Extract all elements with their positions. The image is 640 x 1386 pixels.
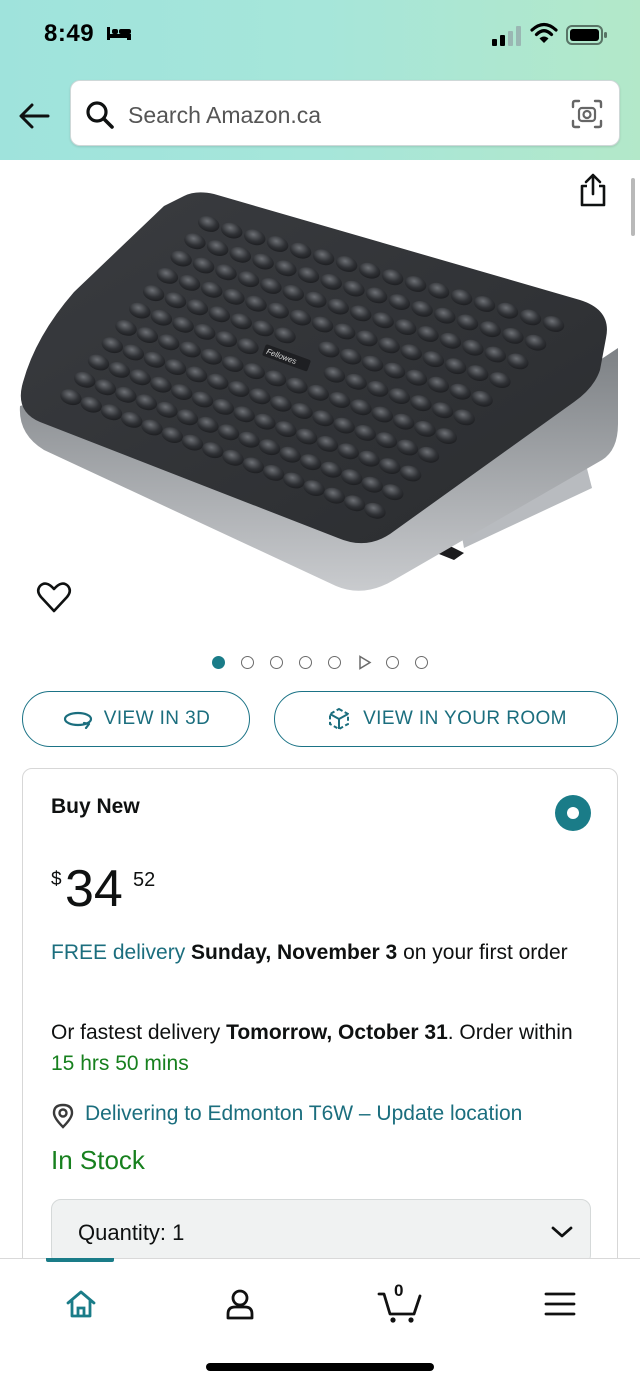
stock-status: In Stock bbox=[51, 1145, 145, 1175]
add-to-wishlist-button[interactable] bbox=[36, 580, 72, 616]
fast-delivery-prefix: Or fastest delivery bbox=[51, 1021, 227, 1044]
view-in-your-room-button[interactable]: VIEW IN YOUR ROOM bbox=[274, 691, 618, 747]
search-bar[interactable]: Search Amazon.ca bbox=[70, 80, 620, 146]
delivery-countdown: 15 hrs 50 mins bbox=[51, 1052, 189, 1075]
rotate-3d-icon bbox=[63, 711, 92, 729]
search-icon bbox=[85, 100, 115, 135]
fast-delivery-date: Tomorrow, October 31 bbox=[226, 1021, 448, 1044]
cellular-signal-icon bbox=[492, 26, 522, 51]
heart-icon bbox=[36, 582, 72, 613]
hamburger-menu-icon bbox=[544, 1292, 576, 1316]
scrollbar[interactable] bbox=[631, 178, 635, 236]
nav-home[interactable] bbox=[58, 1281, 104, 1327]
nav-menu[interactable] bbox=[537, 1281, 583, 1327]
home-icon bbox=[66, 1290, 96, 1318]
ar-cube-icon bbox=[329, 707, 350, 731]
view-in-3d-label: VIEW IN 3D bbox=[103, 708, 211, 729]
video-play-icon[interactable] bbox=[357, 655, 372, 670]
price-fraction: 52 bbox=[133, 869, 156, 891]
nav-cart[interactable]: 0 bbox=[377, 1281, 423, 1327]
cart-count-badge: 0 bbox=[394, 1281, 404, 1300]
footrest-product-photo: Fellowes bbox=[19, 192, 619, 591]
view-in-your-room-label: VIEW IN YOUR ROOM bbox=[363, 708, 567, 729]
user-icon bbox=[226, 1289, 254, 1320]
price-whole: 34 bbox=[65, 860, 123, 918]
free-delivery-link[interactable]: FREE delivery bbox=[51, 941, 185, 964]
camera-search-icon[interactable] bbox=[571, 99, 603, 134]
product-image[interactable]: Fellowes bbox=[14, 188, 626, 594]
bottom-navigation: 0 bbox=[0, 1258, 640, 1386]
free-delivery-date: Sunday, November 3 bbox=[191, 941, 398, 964]
buy-new-title: Buy New bbox=[51, 795, 140, 818]
battery-icon bbox=[566, 25, 608, 50]
app-header: 8:49 Search Amazon.ca bbox=[0, 0, 640, 160]
status-time: 8:49 bbox=[44, 20, 95, 47]
status-bar: 8:49 bbox=[0, 0, 640, 70]
search-input[interactable]: Search Amazon.ca bbox=[128, 102, 321, 129]
nav-account[interactable] bbox=[217, 1281, 263, 1327]
wifi-icon bbox=[530, 22, 558, 49]
quantity-value: 1 bbox=[172, 1220, 185, 1245]
image-carousel-indicator bbox=[0, 654, 640, 672]
free-delivery-suffix: on your first order bbox=[397, 941, 568, 964]
price-currency: $ bbox=[51, 869, 62, 890]
carousel-dot[interactable] bbox=[241, 656, 254, 669]
fastest-delivery-message: Or fastest delivery Tomorrow, October 31… bbox=[51, 1017, 591, 1079]
carousel-dot[interactable] bbox=[299, 656, 312, 669]
carousel-dot[interactable] bbox=[415, 656, 428, 669]
sleep-mode-icon bbox=[106, 24, 132, 47]
carousel-dot[interactable] bbox=[328, 656, 341, 669]
buy-box: Buy New $ 34 52 FREE delivery Sunday, No… bbox=[22, 768, 618, 1328]
delivery-location-text: Delivering to Edmonton T6W – Update loca… bbox=[85, 1102, 523, 1125]
fast-delivery-middle: . Order within bbox=[447, 1021, 573, 1044]
view-in-3d-button[interactable]: VIEW IN 3D bbox=[22, 691, 250, 747]
buy-new-radio[interactable] bbox=[555, 795, 591, 831]
quantity-label: Quantity: 1 bbox=[78, 1220, 185, 1245]
free-delivery-message: FREE delivery Sunday, November 3 on your… bbox=[51, 937, 591, 968]
location-pin-icon bbox=[51, 1103, 75, 1138]
back-arrow-icon bbox=[19, 103, 50, 129]
active-tab-indicator bbox=[46, 1258, 114, 1262]
home-indicator bbox=[206, 1363, 434, 1371]
back-button[interactable] bbox=[14, 96, 54, 136]
carousel-dot[interactable] bbox=[212, 656, 225, 669]
quantity-selector[interactable]: Quantity: 1 bbox=[51, 1199, 591, 1265]
carousel-dot[interactable] bbox=[386, 656, 399, 669]
chevron-down-icon bbox=[550, 1224, 574, 1245]
carousel-dot[interactable] bbox=[270, 656, 283, 669]
